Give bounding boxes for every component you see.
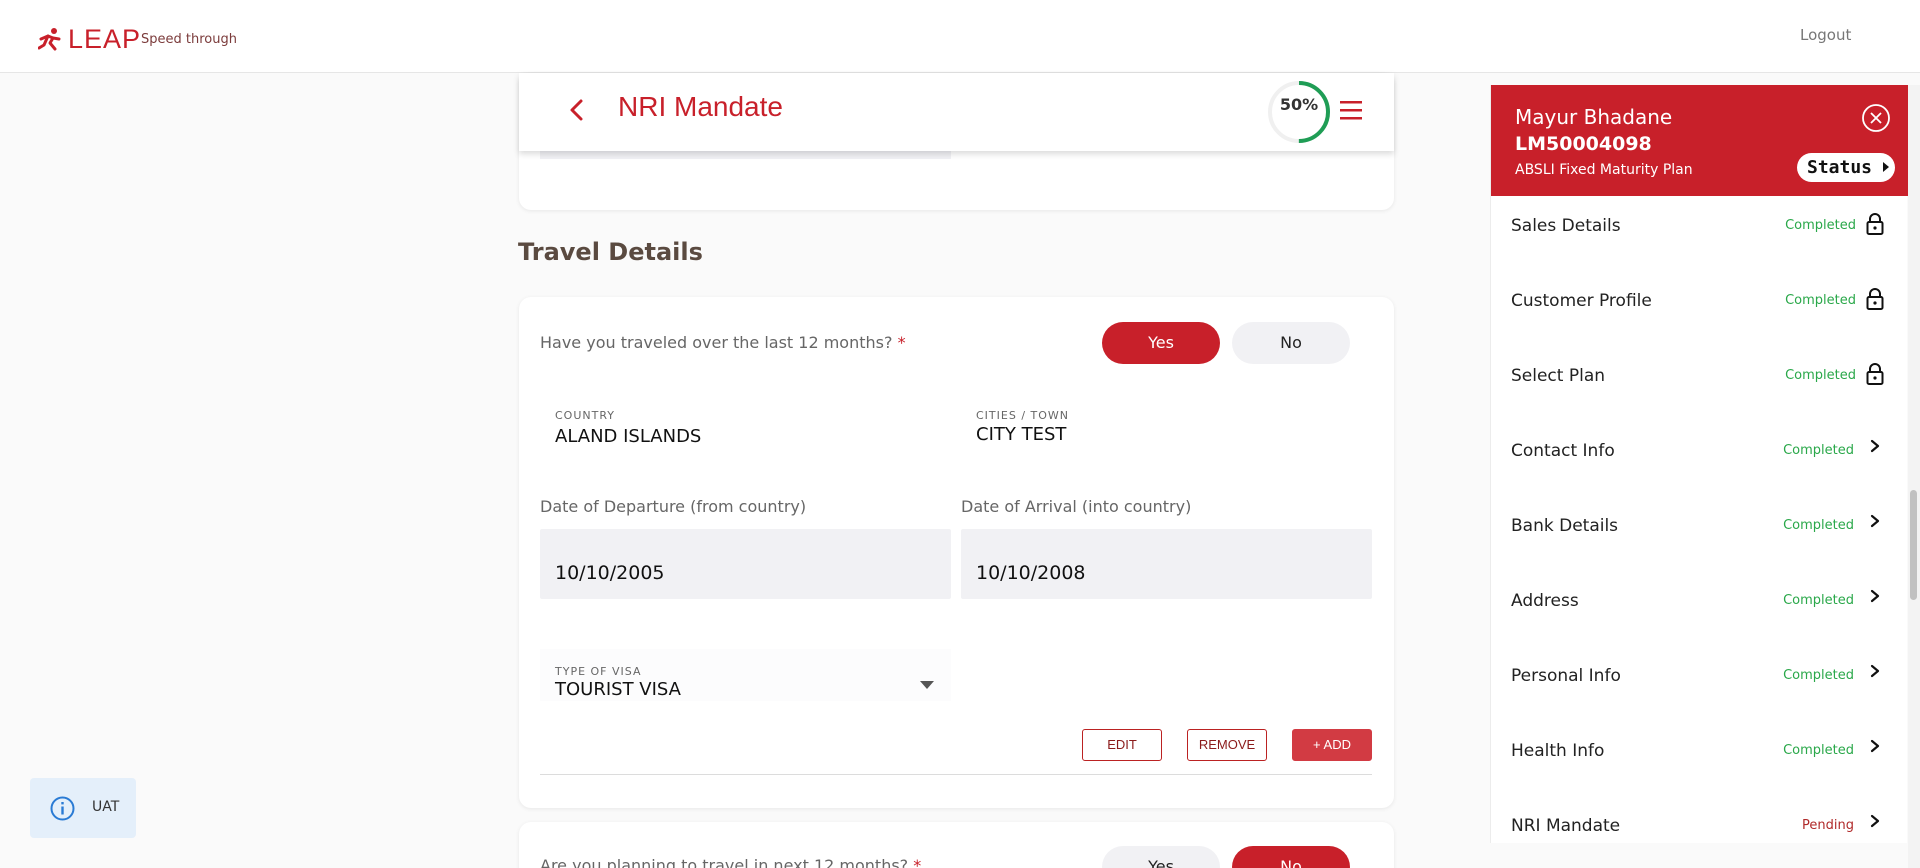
step-status: Completed	[1783, 518, 1854, 533]
city-label: CITIES / TOWN	[976, 409, 1070, 422]
remove-button[interactable]: REMOVE	[1187, 729, 1267, 761]
step-label: Contact Info	[1511, 441, 1615, 461]
departure-date-value: 10/10/2005	[555, 562, 665, 584]
divider	[540, 774, 1372, 775]
logout-link[interactable]: Logout	[1800, 26, 1851, 44]
arrival-date-value: 10/10/2008	[976, 562, 1086, 584]
step-label: NRI Mandate	[1511, 816, 1621, 836]
step-item-address[interactable]: Address Completed	[1491, 571, 1908, 646]
step-item-health-info[interactable]: Health Info Completed	[1491, 721, 1908, 796]
environment-badge: UAT	[30, 778, 136, 838]
scrollbar[interactable]	[1908, 85, 1920, 868]
future-travel-card: Are you planning to travel in next 12 mo…	[519, 822, 1394, 868]
step-label: Bank Details	[1511, 516, 1619, 536]
info-icon	[50, 796, 75, 821]
chevron-right-icon	[1865, 809, 1885, 833]
visa-value: TOURIST VISA	[555, 679, 681, 700]
step-status: Completed	[1783, 443, 1854, 458]
step-label: Sales Details	[1511, 216, 1621, 236]
step-status: Completed	[1783, 743, 1854, 758]
brand-logo[interactable]: LEAP	[38, 24, 141, 55]
country-label: COUNTRY	[555, 409, 615, 422]
visa-label: TYPE OF VISA	[555, 665, 642, 678]
step-label: Health Info	[1511, 741, 1605, 761]
step-item-personal-info[interactable]: Personal Info Completed	[1491, 646, 1908, 721]
plan-name: ABSLI Fixed Maturity Plan	[1515, 162, 1693, 178]
brand-tagline: Speed through	[141, 32, 237, 47]
close-icon[interactable]	[1861, 103, 1891, 133]
customer-code: LM50004098	[1515, 133, 1652, 155]
country-value[interactable]: ALAND ISLANDS	[555, 426, 701, 447]
step-item-sales-details[interactable]: Sales Details Completed	[1491, 196, 1908, 271]
travel-question: Have you traveled over the last 12 month…	[540, 333, 906, 352]
status-button[interactable]: Status	[1797, 153, 1895, 182]
future-travel-question: Are you planning to travel in next 12 mo…	[540, 856, 921, 868]
step-status: Pending	[1802, 818, 1854, 833]
lock-icon	[1865, 362, 1885, 386]
arrival-label: Date of Arrival (into country)	[961, 497, 1192, 516]
back-arrow-icon[interactable]	[563, 95, 589, 125]
departure-date-field[interactable]: 10/10/2005	[540, 529, 951, 599]
future-no-button[interactable]: No	[1232, 846, 1350, 868]
step-status: Completed	[1785, 293, 1856, 308]
runner-logo-icon	[38, 27, 61, 50]
progress-percent: 50%	[1279, 95, 1319, 114]
page-header: NRI Mandate 50%	[519, 73, 1394, 151]
future-yes-button[interactable]: Yes	[1102, 846, 1220, 868]
caret-right-icon	[1883, 162, 1889, 172]
customer-panel: Mayur Bhadane LM50004098 ABSLI Fixed Mat…	[1490, 85, 1908, 843]
step-label: Customer Profile	[1511, 291, 1652, 311]
travel-details-card: Have you traveled over the last 12 month…	[519, 297, 1394, 808]
step-item-customer-profile[interactable]: Customer Profile Completed	[1491, 271, 1908, 346]
step-status: Completed	[1783, 668, 1854, 683]
chevron-right-icon	[1865, 734, 1885, 758]
step-item-select-plan[interactable]: Select Plan Completed	[1491, 346, 1908, 421]
required-mark: *	[913, 856, 922, 868]
step-status: Completed	[1785, 218, 1856, 233]
edit-button[interactable]: EDIT	[1082, 729, 1162, 761]
customer-header: Mayur Bhadane LM50004098 ABSLI Fixed Mat…	[1491, 85, 1908, 196]
required-mark: *	[897, 333, 906, 352]
environment-label: UAT	[92, 799, 120, 815]
chevron-down-icon	[920, 681, 934, 689]
step-item-nri-mandate[interactable]: NRI Mandate Pending	[1491, 796, 1908, 868]
status-label: Status	[1807, 157, 1873, 178]
chevron-right-icon	[1865, 584, 1885, 608]
departure-label: Date of Departure (from country)	[540, 497, 807, 516]
visa-type-select[interactable]: TYPE OF VISA TOURIST VISA	[540, 649, 951, 701]
menu-icon[interactable]	[1338, 99, 1364, 121]
step-item-bank-details[interactable]: Bank Details Completed	[1491, 496, 1908, 571]
add-button[interactable]: + ADD	[1292, 729, 1372, 761]
arrival-date-field[interactable]: 10/10/2008	[961, 529, 1372, 599]
page-title: NRI Mandate	[618, 91, 783, 122]
step-label: Personal Info	[1511, 666, 1621, 686]
step-label: Address	[1511, 591, 1579, 611]
step-status: Completed	[1785, 368, 1856, 383]
step-status: Completed	[1783, 593, 1854, 608]
step-item-contact-info[interactable]: Contact Info Completed	[1491, 421, 1908, 496]
travel-yes-button[interactable]: Yes	[1102, 322, 1220, 364]
lock-icon	[1865, 212, 1885, 236]
city-value[interactable]: CITY TEST	[976, 424, 1066, 445]
brand-name: LEAP	[68, 24, 142, 54]
travel-no-button[interactable]: No	[1232, 322, 1350, 364]
chevron-right-icon	[1865, 434, 1885, 458]
top-bar: LEAP Speed through Logout	[0, 0, 1920, 73]
scrollbar-thumb[interactable]	[1910, 490, 1917, 600]
chevron-right-icon	[1865, 659, 1885, 683]
customer-name: Mayur Bhadane	[1515, 105, 1673, 129]
chevron-right-icon	[1865, 509, 1885, 533]
section-title: Travel Details	[518, 238, 703, 266]
lock-icon	[1865, 287, 1885, 311]
step-label: Select Plan	[1511, 366, 1606, 386]
